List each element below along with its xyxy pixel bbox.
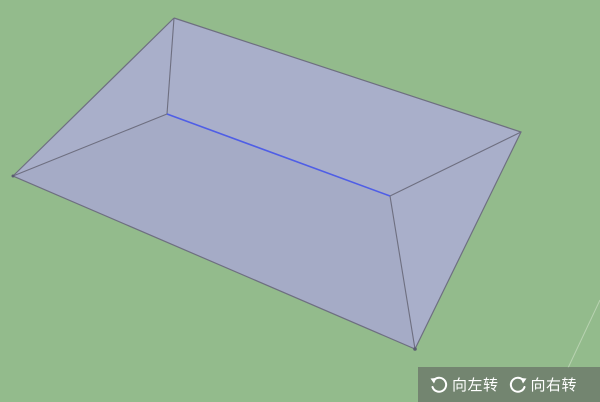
rotate-right-icon (507, 374, 529, 396)
hip-roof-model[interactable] (0, 0, 600, 402)
rotate-left-icon (428, 374, 450, 396)
3d-viewport[interactable]: 向左转 向右转 (0, 0, 600, 402)
vertex-point (413, 347, 417, 351)
rotate-left-button[interactable]: 向左转 (428, 374, 499, 396)
rotate-toolbar: 向左转 向右转 (418, 367, 600, 402)
background-edge (567, 299, 600, 369)
rotate-right-button[interactable]: 向右转 (507, 374, 578, 396)
rotate-right-label: 向右转 (530, 376, 578, 394)
rotate-left-label: 向左转 (452, 376, 499, 394)
vertex-point (11, 174, 15, 178)
